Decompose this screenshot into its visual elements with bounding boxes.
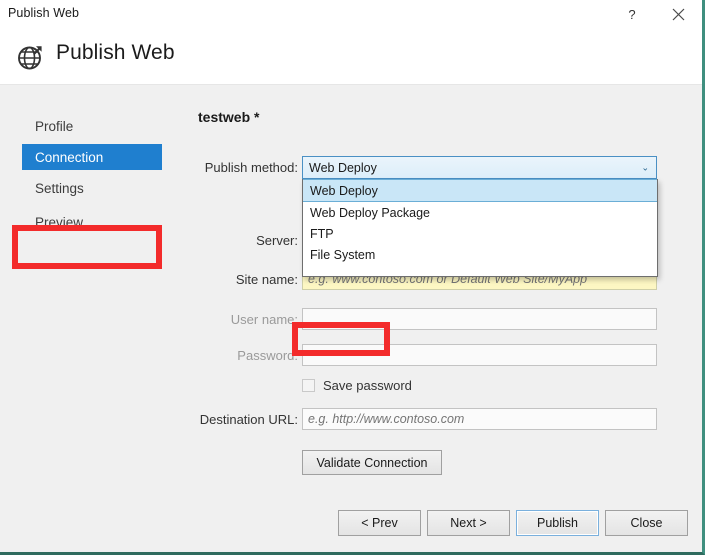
sidebar-item-connection[interactable]: Connection: [22, 144, 162, 170]
dropdown-option-label: Web Deploy Package: [310, 205, 430, 220]
close-icon: [672, 8, 684, 21]
dropdown-option-label: FTP: [310, 226, 334, 241]
publish-button[interactable]: Publish: [516, 510, 599, 536]
header-title: Publish Web: [56, 41, 175, 64]
publish-method-label: Publish method:: [204, 160, 298, 175]
close-button[interactable]: Close: [605, 510, 688, 536]
publish-method-combobox[interactable]: Web Deploy ⌄: [302, 156, 657, 179]
window-title: Publish Web: [8, 6, 80, 20]
sidebar-item-settings[interactable]: Settings: [22, 175, 162, 201]
close-button-label: Close: [630, 516, 663, 530]
password-input[interactable]: [302, 344, 657, 366]
server-label: Server:: [256, 233, 298, 248]
publish-button-label: Publish: [537, 516, 578, 530]
save-password-row[interactable]: Save password: [302, 378, 412, 393]
prev-button-label: < Prev: [361, 516, 398, 530]
destination-url-label: Destination URL:: [199, 412, 298, 427]
site-name-label: Site name:: [235, 272, 298, 287]
connection-panel: testweb * Publish method: Web Deploy ⌄ W…: [190, 86, 702, 552]
dropdown-padding: [303, 265, 657, 276]
dialog-body: Profile Connection Settings Preview test…: [0, 86, 702, 552]
sidebar-nav: Profile Connection Settings Preview: [0, 86, 190, 552]
dropdown-option-web-deploy-package[interactable]: Web Deploy Package: [303, 202, 657, 223]
next-button-label: Next >: [450, 516, 487, 530]
dropdown-option-label: File System: [310, 247, 376, 262]
validate-connection-label: Validate Connection: [316, 455, 428, 470]
help-button[interactable]: ?: [610, 0, 654, 29]
save-password-checkbox[interactable]: [302, 379, 315, 392]
sidebar-item-label: Connection: [35, 149, 104, 165]
chevron-down-icon: ⌄: [641, 162, 649, 172]
dropdown-option-web-deploy[interactable]: Web Deploy: [303, 179, 657, 202]
dropdown-option-ftp[interactable]: FTP: [303, 223, 657, 244]
sidebar-item-label: Settings: [35, 180, 84, 196]
sidebar-item-preview[interactable]: Preview: [22, 209, 162, 235]
user-name-label: User name:: [230, 312, 298, 327]
close-window-button[interactable]: [656, 0, 700, 29]
globe-publish-icon: [18, 46, 42, 70]
title-bar: Publish Web ?: [0, 0, 702, 29]
destination-url-input[interactable]: [302, 408, 657, 430]
sidebar-item-label: Preview: [35, 214, 84, 230]
publish-method-dropdown-list: Web Deploy Web Deploy Package FTP File S…: [302, 179, 658, 277]
publish-method-value: Web Deploy: [309, 160, 377, 175]
dropdown-option-file-system[interactable]: File System: [303, 244, 657, 265]
save-password-label: Save password: [323, 378, 412, 393]
dialog-header: Publish Web: [0, 29, 702, 85]
sidebar-item-label: Profile: [35, 118, 74, 134]
password-label: Password:: [237, 348, 298, 363]
user-name-input[interactable]: [302, 308, 657, 330]
question-mark-icon: ?: [628, 7, 636, 22]
profile-name-title: testweb *: [198, 109, 260, 125]
next-button[interactable]: Next >: [427, 510, 510, 536]
dropdown-option-label: Web Deploy: [310, 183, 378, 198]
validate-connection-button[interactable]: Validate Connection: [302, 450, 442, 475]
sidebar-item-profile[interactable]: Profile: [22, 113, 162, 139]
prev-button[interactable]: < Prev: [338, 510, 421, 536]
publish-web-dialog: Publish Web ? Publish Web Profile Connec…: [0, 0, 705, 555]
